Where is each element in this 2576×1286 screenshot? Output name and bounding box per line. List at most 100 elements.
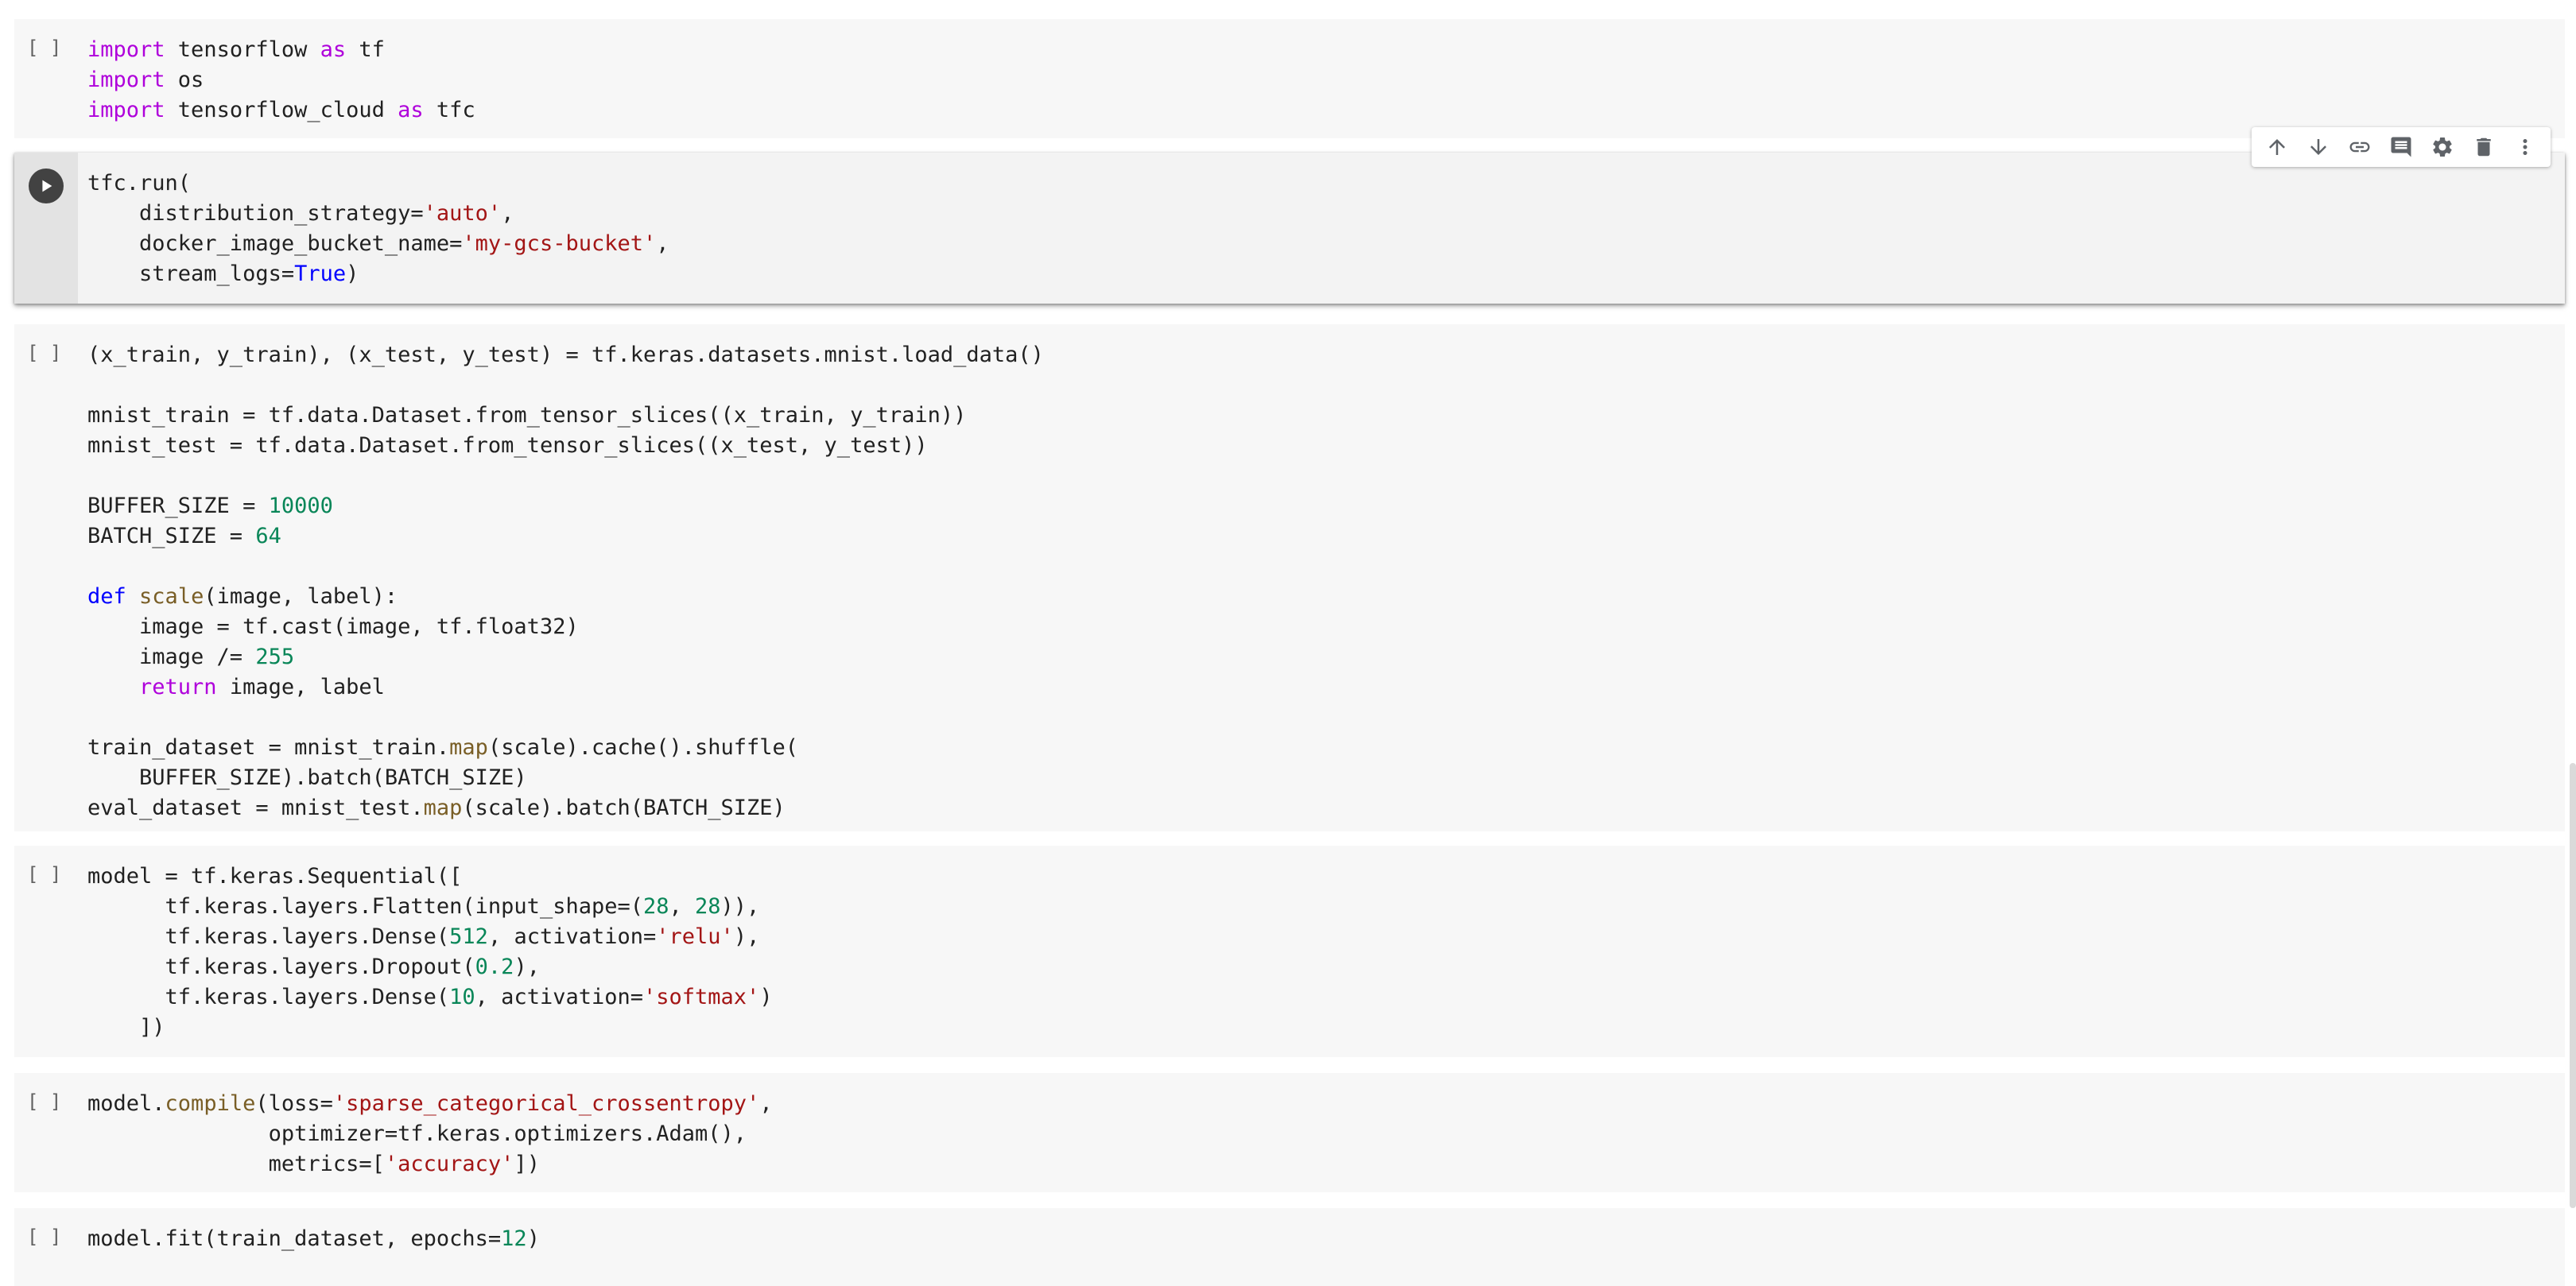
code-editor[interactable]: model.fit(train_dataset, epochs=12) [87,1224,540,1254]
code-token: BUFFER_SIZE = [87,494,269,518]
cell-settings-button[interactable] [2425,130,2460,165]
gear-icon [2433,138,2452,157]
code-editor[interactable]: model.compile(loss='sparse_categorical_c… [87,1089,773,1179]
code-line: return image, label [87,672,1044,703]
code-line: def scale(image, label): [87,582,1044,612]
code-line: tf.keras.layers.Flatten(input_shape=(28,… [87,892,773,922]
code-token: import [87,37,165,62]
code-token: ]) [87,1015,165,1040]
code-token: tensorflow [165,37,320,62]
code-line: ​ [87,370,1044,401]
code-token: image = tf.cast(image, tf.float32) [87,614,579,639]
code-line: mnist_train = tf.data.Dataset.from_tenso… [87,401,1044,431]
code-line: BUFFER_SIZE = 10000 [87,491,1044,521]
run-cell-button[interactable] [29,168,64,203]
code-token: scale [139,584,204,609]
code-token: 28 [642,894,669,919]
execution-count-bracket[interactable]: [ ] [27,1090,61,1113]
code-token: ]) [514,1152,540,1176]
code-line: train_dataset = mnist_train.map(scale).c… [87,733,1044,763]
code-token: ) [526,1226,540,1251]
code-line: image = tf.cast(image, tf.float32) [87,612,1044,642]
cell-gutter: [ ] [14,1208,78,1286]
code-line: import tensorflow_cloud as tfc [87,95,475,126]
code-line: image /= 255 [87,642,1044,672]
vertical-scrollbar[interactable] [2570,763,2576,1208]
code-token: def [87,584,126,609]
code-line: tf.keras.layers.Dense(10, activation='so… [87,982,773,1013]
cell-gutter: [ ] [14,324,78,831]
delete-cell-button[interactable] [2466,130,2501,165]
code-cell[interactable]: [ ] model = tf.keras.Sequential([ tf.ker… [14,846,2565,1057]
code-token: os [165,68,204,92]
code-token: 12 [501,1226,527,1251]
code-token: distribution_strategy= [87,201,424,226]
code-cell[interactable]: [ ] (x_train, y_train), (x_test, y_test)… [14,324,2565,831]
move-cell-down-button[interactable] [2301,130,2336,165]
cell-gutter: [ ] [14,1073,78,1192]
cell-gutter: [ ] [14,846,78,1057]
code-token: model. [87,1091,165,1116]
code-token: image, label [216,675,385,699]
code-token: 10000 [268,494,333,518]
code-token: image /= [87,645,256,669]
code-line: distribution_strategy='auto', [87,199,669,229]
code-cell[interactable]: [ ] model.fit(train_dataset, epochs=12) [14,1208,2565,1286]
code-editor[interactable]: tfc.run( distribution_strategy='auto', d… [87,168,669,289]
code-line: import os [87,65,475,95]
execution-count-bracket[interactable]: [ ] [27,863,61,885]
code-line: tf.keras.layers.Dense(512, activation='r… [87,922,773,952]
code-line: ​ [87,703,1044,733]
code-line: ​ [87,461,1044,491]
code-token: map [423,796,463,820]
add-comment-button[interactable] [2384,130,2419,165]
code-token: tf [346,37,385,62]
move-cell-up-button[interactable] [2260,130,2295,165]
code-token: eval_dataset = mnist_test. [87,796,424,820]
code-token: BUFFER_SIZE).batch(BATCH_SIZE) [87,765,527,790]
code-token: import [87,68,165,92]
code-token: (scale).batch(BATCH_SIZE) [462,796,786,820]
code-token: True [294,261,347,286]
code-token: tf.keras.layers.Flatten(input_shape=( [87,894,643,919]
code-token: stream_logs= [87,261,295,286]
execution-count-bracket[interactable]: [ ] [27,1226,61,1248]
code-token: 'my-gcs-bucket' [462,231,657,256]
code-editor[interactable]: (x_train, y_train), (x_test, y_test) = t… [87,340,1044,823]
cell-gutter: [ ] [14,19,78,138]
code-editor[interactable]: model = tf.keras.Sequential([ tf.keras.l… [87,862,773,1043]
code-token: , [669,894,696,919]
code-line: stream_logs=True) [87,259,669,289]
code-line: BATCH_SIZE = 64 [87,521,1044,552]
code-token: 'accuracy' [384,1152,514,1176]
more-options-button[interactable] [2508,130,2543,165]
copy-link-button[interactable] [2342,130,2377,165]
code-token: , [501,201,514,226]
code-token: 64 [255,524,281,548]
arrow-up-icon [2269,139,2285,155]
code-cell[interactable]: [ ] import tensorflow as tf import os impo… [14,19,2565,138]
code-token: tf.keras.layers.Dropout( [87,955,475,979]
code-token: metrics=[ [87,1152,385,1176]
code-token: return [139,675,217,699]
code-line: tf.keras.layers.Dropout(0.2), [87,952,773,982]
code-token: 10 [449,985,475,1009]
code-line: model = tf.keras.Sequential([ [87,862,773,892]
code-line: ​ [87,552,1044,582]
play-icon [42,180,52,192]
code-token: tf.keras.layers.Dense( [87,985,450,1009]
code-token: ) [759,985,773,1009]
code-token: tfc [423,98,475,122]
code-token: train_dataset = mnist_train. [87,735,450,760]
code-line: mnist_test = tf.data.Dataset.from_tensor… [87,431,1044,461]
code-token: tensorflow_cloud [165,98,398,122]
code-cell-active[interactable]: tfc.run( distribution_strategy='auto', d… [14,153,2565,304]
execution-count-bracket[interactable]: [ ] [27,342,61,364]
code-token: ), [733,924,760,949]
code-token: , activation= [487,924,657,949]
code-line: model.compile(loss='sparse_categorical_c… [87,1089,773,1119]
code-cell[interactable]: [ ] model.compile(loss='sparse_categoric… [14,1073,2565,1192]
code-token: model = tf.keras.Sequential([ [87,864,463,889]
execution-count-bracket[interactable]: [ ] [27,37,61,59]
code-editor[interactable]: import tensorflow as tf import os import t… [87,35,475,126]
